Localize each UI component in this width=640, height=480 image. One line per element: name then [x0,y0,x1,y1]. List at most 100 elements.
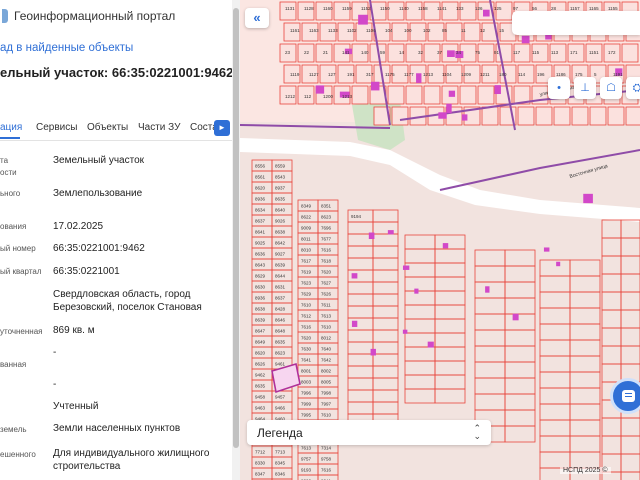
village-parcel-number: 1211 [480,72,490,77]
attr-value-empty: - [53,379,57,390]
chevron-updown-icon: ⌃ ⌄ [473,423,481,441]
village-parcel [535,106,553,126]
building [402,265,410,270]
village-parcel [279,1,297,21]
tab-services[interactable]: Сервисы [36,122,77,133]
village-parcel-number: 11 [461,28,466,33]
attr-label-declared: ванная [0,360,27,369]
scrollbar-thumb[interactable] [233,8,239,448]
village-parcel [481,106,499,126]
parcel-number: 8635 [275,197,286,202]
village-parcel-number: 112 [304,94,312,99]
legend-selector[interactable]: Легенда ⌃ ⌄ [247,420,491,445]
village-parcel-number: 180 [499,72,507,77]
parcel-title: ельный участок: 66:35:0221001:9462 [0,65,232,80]
village-parcel-number: 1127 [309,72,319,77]
parcel-number: 8620 [255,351,266,356]
village-parcel-number: 1159 [342,6,352,11]
parcel-number: 8012 [321,336,332,341]
panel-scrollbar[interactable] [232,0,240,480]
building [315,85,325,94]
building [414,288,419,294]
tab-objects[interactable]: Объекты [87,122,128,133]
chevron-right-icon[interactable]: ► [214,120,230,136]
attr-value-address: Свердловская область, город Березовский,… [53,289,202,313]
building [416,73,422,83]
parcel-number: 8623 [321,215,332,220]
parcel-number: 7314 [321,446,332,451]
parcel-number: 8561 [255,175,266,180]
village-parcel-number: 1131 [285,6,295,11]
attr-value-land-category: Земли населенных пунктов [53,423,181,434]
village-parcel [607,106,625,126]
attr-value-cadastral-block[interactable]: 66:35:0221001 [53,265,231,278]
parcel-number: 7642 [321,358,332,363]
building [543,247,550,252]
parcel-number: 8351 [321,204,332,209]
parcel-number: 7616 [321,468,332,473]
village-parcel-number: 23 [285,50,291,55]
parcel-number: 7619 [301,270,312,275]
village-parcel-number: 85 [442,28,448,33]
village-parcel-number: 15 [499,28,505,33]
parcel-number: 8631 [275,285,286,290]
parcel-number: 8639 [255,318,266,323]
parcel-number: 8349 [301,204,312,209]
ruler-tool-icon[interactable]: ⊥ [574,77,596,99]
parcel-number: 9463 [255,406,266,411]
village-parcel-number: 1119 [290,72,300,77]
building [368,232,375,240]
village-parcel [477,85,495,105]
attr-label-type: та [0,156,9,165]
parcel-number: 9194 [351,214,362,219]
tab-parts[interactable]: Части ЗУ [138,122,180,133]
village-parcel [517,106,535,126]
building [371,81,380,91]
map-search-input[interactable] [512,11,640,35]
village-parcel-number: 117 [513,50,521,55]
parcel-number: 8639 [275,263,286,268]
area-tool-icon[interactable]: ⛭ [626,77,640,99]
attr-label-subtype: ьного [0,189,21,198]
map-canvas[interactable]: 1131 1128 1160 1159 1152 1150 1140 1158 1141 133 1… [240,0,640,480]
building [438,112,447,119]
parcel-number: 8640 [275,208,286,213]
parcel-number: 8345 [275,461,286,466]
attr-value-permitted-use: Для индивидуального жилищного строительс… [53,448,210,472]
village-parcel-number: 1200 [323,94,334,99]
double-chevron-left-icon[interactable]: « [245,8,269,28]
parcel-number: 9462 [255,373,266,378]
parcel-number: 7627 [321,281,332,286]
building [358,14,368,25]
village-parcel-number: 14 [399,50,405,55]
village-parcel-number: 1150 [380,6,390,11]
parcel-number: 8636 [255,252,266,257]
attr-label-cadastral-block: ый квартал [0,267,42,276]
parcel-number: 7618 [321,259,332,264]
draw-tool-icon[interactable]: ☖ [600,77,622,99]
back-to-results-link[interactable]: ад в найденные объекты [0,42,133,54]
village-parcel [405,85,423,105]
attr-label-date: ования [0,222,27,231]
village-parcel-number: 113 [551,50,559,55]
parcel-number: 8642 [275,241,286,246]
parcel-number: 7623 [301,281,312,286]
attr-value-area: 869 кв. м [53,325,95,336]
parcel-number: 7998 [321,391,332,396]
parcel-number: 7616 [321,248,332,253]
point-tool-icon[interactable]: • [548,77,570,99]
parcel-number: 8644 [275,274,286,279]
attr-value-cadastral-number[interactable]: 66:35:0221001:9462 [53,242,231,255]
parcel-number: 7995 [301,413,312,418]
building [387,230,394,235]
village-parcel-number: 1104 [442,72,452,77]
parcel-number: 9466 [275,406,286,411]
attr-label-permitted-use: ешенного [0,450,36,459]
parcel-number: 7713 [275,450,286,455]
cadastral-map[interactable]: 1131 1128 1160 1159 1152 1150 1140 1158 1141 133 1… [240,0,640,480]
village-parcel-number: 191 [347,72,355,77]
parcel-number: 8638 [255,307,266,312]
chat-icon[interactable] [610,378,640,414]
tab-information[interactable]: ация [0,122,22,133]
village-parcel-number: 1175 [385,72,395,77]
